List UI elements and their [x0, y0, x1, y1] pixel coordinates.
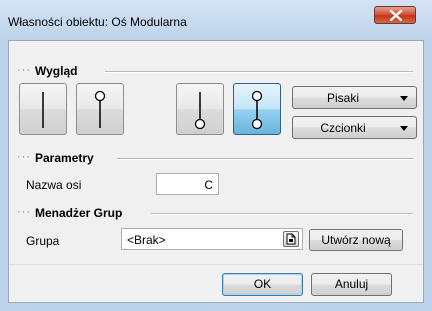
group-browse-button[interactable]	[283, 231, 299, 247]
section-divider	[117, 158, 413, 160]
ok-button[interactable]: OK	[222, 273, 303, 296]
create-new-group-button[interactable]: Utwórz nową	[309, 229, 403, 251]
dialog-window: Własności obiektu: Oś Modularna ··· Wygl…	[0, 0, 432, 311]
section-dots: ···	[17, 151, 31, 163]
axis-circle-top-icon	[94, 90, 106, 128]
axis-style-circle-both-button[interactable]	[233, 83, 281, 135]
pens-label: Pisaki	[326, 91, 359, 105]
dialog-body: ··· Wygląd Pisaki Czcionki ··· Parametry…	[8, 40, 424, 303]
close-button[interactable]	[374, 6, 416, 24]
section-group-manager: ··· Menadżer Grup	[17, 206, 413, 220]
section-appearance-title: Wygląd	[35, 64, 78, 78]
axis-plain-icon	[42, 92, 44, 128]
fonts-dropdown-button[interactable]: Czcionki	[292, 116, 417, 139]
section-dots: ···	[17, 206, 31, 218]
axis-name-value: C	[204, 178, 213, 192]
title-bar[interactable]: Własności obiektu: Oś Modularna	[0, 0, 432, 40]
axis-circle-both-icon	[251, 90, 263, 130]
axis-style-plain-button[interactable]	[19, 83, 67, 135]
section-parameters: ··· Parametry	[17, 151, 413, 165]
section-divider	[105, 71, 413, 73]
close-icon	[389, 10, 403, 21]
axis-name-input[interactable]: C	[156, 173, 219, 195]
pens-dropdown-button[interactable]: Pisaki	[292, 86, 417, 109]
chevron-down-icon	[400, 126, 408, 131]
axis-style-circle-top-button[interactable]	[76, 83, 124, 135]
section-appearance: ··· Wygląd	[17, 64, 413, 78]
group-value: <Brak>	[127, 233, 166, 247]
axis-circle-bottom-icon	[194, 92, 206, 130]
section-parameters-title: Parametry	[35, 151, 94, 165]
axis-name-label: Nazwa osi	[26, 178, 82, 192]
chevron-down-icon	[400, 96, 408, 101]
fonts-label: Czcionki	[320, 121, 366, 135]
group-field[interactable]: <Brak>	[121, 228, 303, 250]
section-divider	[151, 213, 413, 215]
section-group-manager-title: Menadżer Grup	[35, 206, 123, 220]
group-label: Grupa	[26, 234, 60, 248]
footer-separator	[9, 264, 423, 265]
section-dots: ···	[17, 64, 31, 76]
document-icon	[286, 233, 296, 245]
axis-style-circle-bottom-button[interactable]	[176, 83, 224, 135]
window-title: Własności obiektu: Oś Modularna	[8, 15, 187, 29]
cancel-button[interactable]: Anuluj	[311, 273, 392, 296]
